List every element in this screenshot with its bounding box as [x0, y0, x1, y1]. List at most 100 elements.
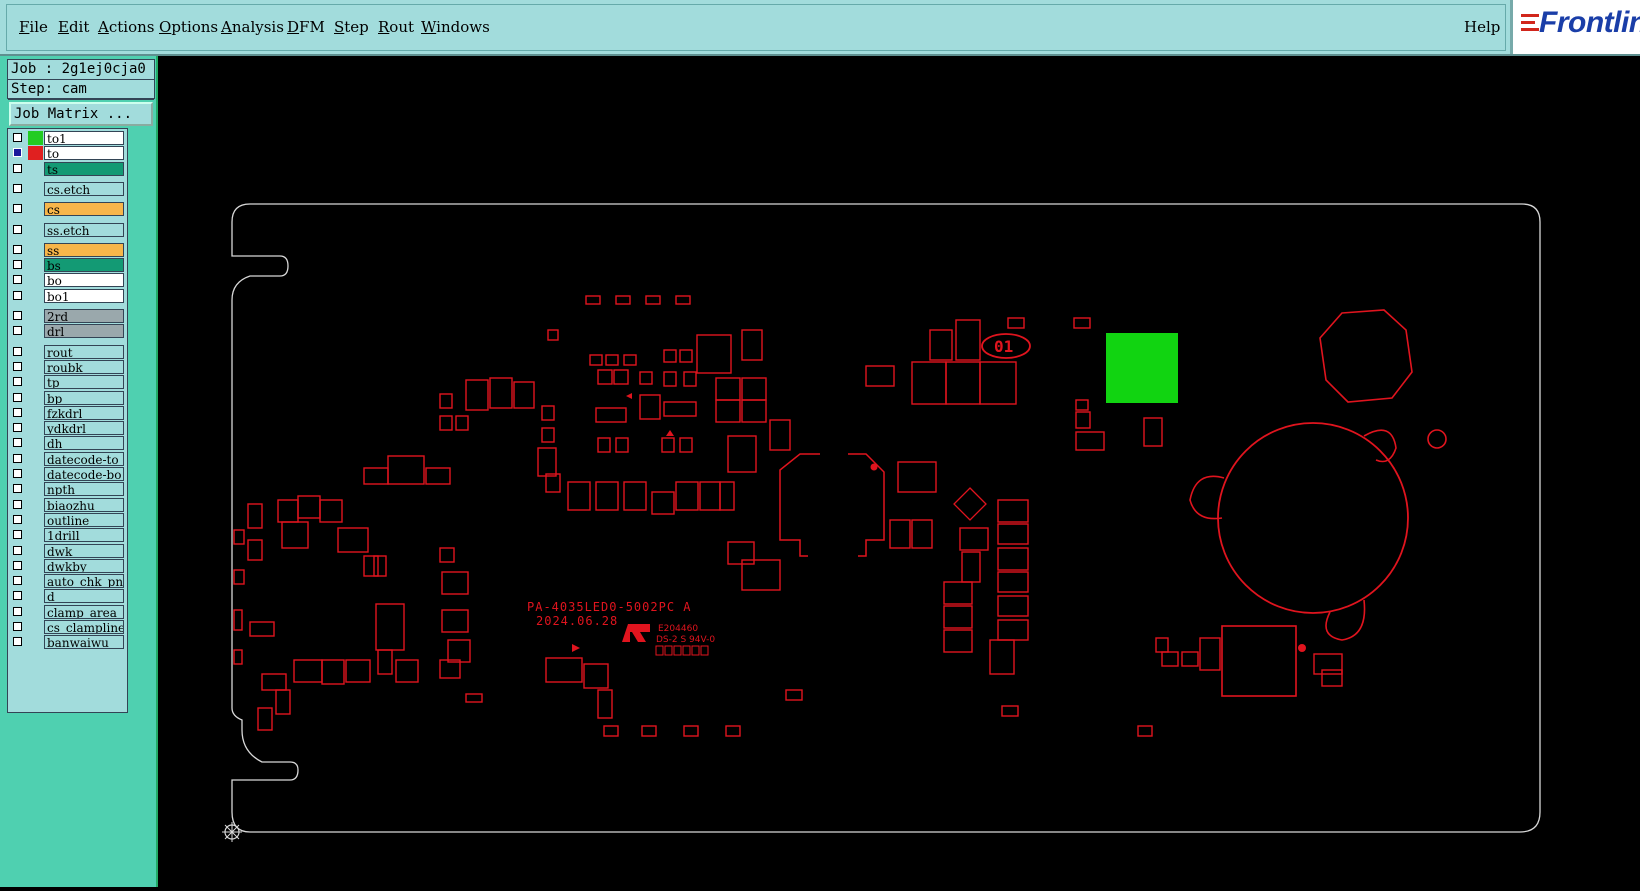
layer-name[interactable]: bo	[44, 273, 124, 288]
layer-name[interactable]: d	[44, 589, 124, 604]
layer-checkbox[interactable]	[13, 606, 22, 616]
job-matrix-button[interactable]: Job Matrix ...	[9, 102, 153, 126]
layer-color-swatch[interactable]	[28, 146, 43, 161]
layer-name[interactable]: bp	[44, 390, 124, 405]
layer-name[interactable]: datecode-bo	[44, 467, 124, 481]
menu-file[interactable]: File	[19, 18, 48, 36]
menu-rout[interactable]: Rout	[378, 18, 414, 36]
layer-name[interactable]: auto_chk_pn	[44, 574, 124, 589]
layer-row-datecode-bo[interactable]: datecode-bo	[10, 467, 126, 482]
layer-name[interactable]: cs.etch	[44, 181, 124, 196]
layer-row-2rd[interactable]: 2rd	[10, 309, 126, 324]
layer-row-ydkdrl[interactable]: ydkdrl	[10, 421, 126, 436]
layer-checkbox[interactable]	[13, 275, 22, 285]
layer-checkbox[interactable]	[13, 204, 22, 214]
layer-name[interactable]: tp	[44, 375, 124, 390]
layer-checkbox[interactable]	[13, 576, 22, 586]
layer-name[interactable]: ydkdrl	[44, 421, 124, 436]
layer-name[interactable]: roubk	[44, 359, 124, 374]
layer-row-dwkby[interactable]: dwkby	[10, 558, 126, 574]
layer-name[interactable]: datecode-to	[44, 451, 124, 466]
layer-checkbox[interactable]	[13, 499, 22, 509]
layer-checkbox[interactable]	[13, 407, 22, 417]
layer-checkbox[interactable]	[13, 244, 22, 254]
layer-name[interactable]: dwkby	[44, 558, 124, 573]
layer-row-to1[interactable]: to1	[10, 131, 126, 146]
layer-name[interactable]: cs	[44, 202, 124, 217]
layer-checkbox[interactable]	[13, 560, 22, 570]
layer-row-bp[interactable]: bp	[10, 390, 126, 406]
layer-row-banwaiwu[interactable]: banwaiwu	[10, 635, 126, 650]
layer-checkbox[interactable]	[13, 484, 22, 494]
layer-checkbox[interactable]	[13, 392, 22, 402]
layer-name[interactable]: 2rd	[44, 309, 124, 323]
menu-windows[interactable]: Windows	[421, 18, 490, 36]
layer-checkbox[interactable]	[13, 453, 22, 463]
layer-name[interactable]: cs_clampline	[44, 620, 124, 634]
layer-row-biaozhu[interactable]: biaozhu	[10, 497, 126, 513]
menu-dfm[interactable]: DFM	[287, 18, 325, 36]
layer-checkbox[interactable]	[13, 514, 22, 524]
layer-row-cs_clampline[interactable]: cs_clampline	[10, 620, 126, 635]
layer-name[interactable]: outline	[44, 512, 124, 527]
menu-edit[interactable]: Edit	[58, 18, 89, 36]
layer-name[interactable]: npth	[44, 482, 124, 497]
layer-row-bo[interactable]: bo	[10, 273, 126, 288]
layer-row-to[interactable]: to	[10, 146, 126, 161]
layer-row-bs[interactable]: bs	[10, 258, 126, 273]
layer-checkbox[interactable]	[13, 438, 22, 448]
layer-row-tp[interactable]: tp	[10, 375, 126, 390]
layer-name[interactable]: to	[44, 146, 124, 161]
layer-checkbox[interactable]	[13, 545, 22, 555]
layer-row-dwk[interactable]: dwk	[10, 543, 126, 559]
layer-checkbox[interactable]	[13, 377, 22, 387]
layer-row-npth[interactable]: npth	[10, 482, 126, 497]
layer-name[interactable]: drl	[44, 324, 124, 339]
layer-name[interactable]: to1	[44, 131, 124, 145]
layer-row-ss.etch[interactable]: ss.etch	[10, 222, 126, 238]
layer-checkbox[interactable]	[13, 133, 22, 142]
layer-row-bo1[interactable]: bo1	[10, 288, 126, 304]
layer-checkbox[interactable]	[13, 361, 22, 371]
layer-name[interactable]: ts	[44, 161, 124, 176]
layer-checkbox[interactable]	[13, 326, 22, 336]
layer-name[interactable]: banwaiwu	[44, 635, 124, 650]
layer-checkbox[interactable]	[13, 290, 22, 300]
layer-row-clamp_area[interactable]: clamp_area	[10, 604, 126, 620]
layer-checkbox[interactable]	[13, 591, 22, 601]
layer-checkbox[interactable]	[13, 469, 22, 478]
layer-name[interactable]: ss	[44, 242, 124, 257]
layer-row-datecode-to[interactable]: datecode-to	[10, 451, 126, 467]
layer-color-swatch[interactable]	[28, 131, 43, 145]
layer-row-ss[interactable]: ss	[10, 242, 126, 258]
menu-help[interactable]: Help	[1464, 18, 1500, 36]
layer-checkbox[interactable]	[13, 423, 22, 433]
graphic-canvas[interactable]: 01 PA-4035LED0-5002PC A 2024.06.28 E204460 D…	[158, 56, 1640, 887]
layer-name[interactable]: clamp_area	[44, 604, 124, 619]
layer-checkbox[interactable]	[13, 637, 22, 647]
layer-name[interactable]: dh	[44, 436, 124, 451]
layer-checkbox[interactable]	[13, 224, 22, 234]
layer-name[interactable]: rout	[44, 344, 124, 359]
menu-step[interactable]: Step	[334, 18, 369, 36]
menu-analysis[interactable]: Analysis	[221, 18, 284, 36]
layer-checkbox[interactable]	[13, 311, 22, 320]
layer-row-roubk[interactable]: roubk	[10, 359, 126, 375]
layer-name[interactable]: dwk	[44, 543, 124, 558]
layer-row-rout[interactable]: rout	[10, 344, 126, 360]
layer-row-outline[interactable]: outline	[10, 512, 126, 528]
layer-checkbox[interactable]	[13, 530, 22, 540]
layer-row-cs.etch[interactable]: cs.etch	[10, 181, 126, 197]
layer-row-auto_chk_pn[interactable]: auto_chk_pn	[10, 574, 126, 589]
layer-checkbox[interactable]	[13, 163, 22, 173]
layer-name[interactable]: bo1	[44, 288, 124, 303]
layer-name[interactable]: biaozhu	[44, 497, 124, 512]
layer-row-fzkdrl[interactable]: fzkdrl	[10, 405, 126, 421]
layer-name[interactable]: fzkdrl	[44, 405, 124, 420]
layer-checkbox[interactable]	[13, 148, 22, 158]
layer-checkbox[interactable]	[13, 622, 22, 631]
layer-name[interactable]: bs	[44, 258, 124, 273]
layer-row-ts[interactable]: ts	[10, 161, 126, 177]
layer-checkbox[interactable]	[13, 346, 22, 356]
layer-row-drl[interactable]: drl	[10, 324, 126, 339]
